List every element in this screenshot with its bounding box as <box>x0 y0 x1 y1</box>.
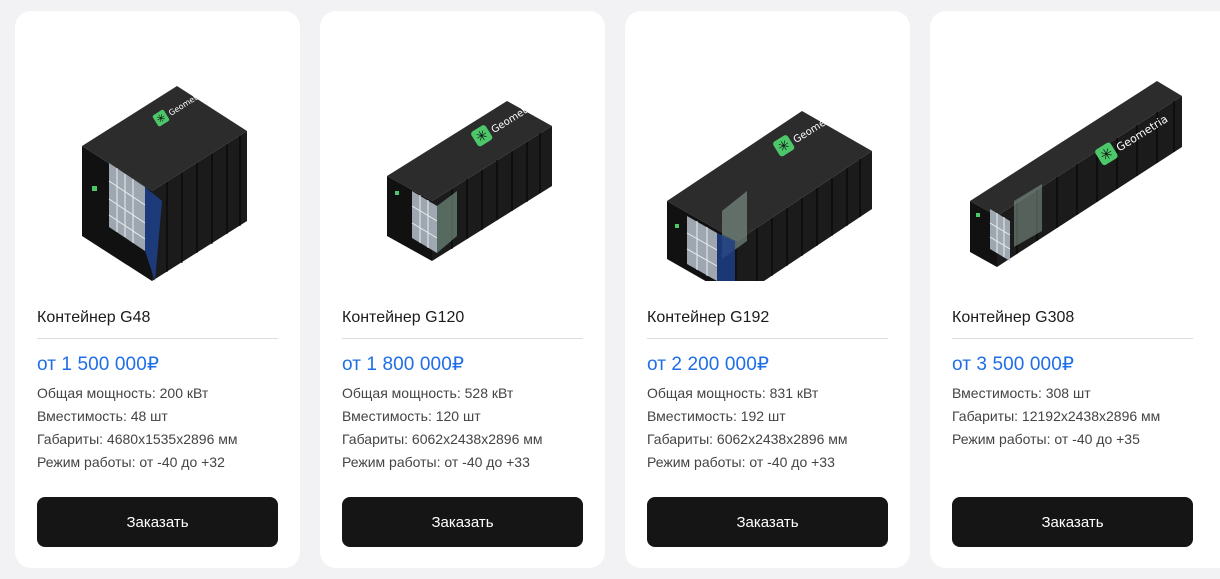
product-title: Контейнер G120 <box>342 309 465 326</box>
product-price: от 3 500 000₽ <box>952 354 1075 375</box>
product-card: ✳ Geometria Контейнер G308 от 3 500 000₽… <box>930 11 1220 568</box>
container-image: ✳ Geometria <box>37 41 278 281</box>
product-title: Контейнер G192 <box>647 309 770 326</box>
product-price: от 1 800 000₽ <box>342 354 465 375</box>
spec-dimensions: Габариты: 6062x2438x2896 мм <box>647 431 848 447</box>
product-title: Контейнер G308 <box>952 309 1075 326</box>
spec-list: Общая мощность: 200 кВт Вместимость: 48 … <box>37 382 238 474</box>
spec-dimensions: Габариты: 6062x2438x2896 мм <box>342 431 543 447</box>
container-image: ✳ Geometria <box>952 41 1193 281</box>
order-button[interactable]: Заказать <box>647 497 888 547</box>
order-button[interactable]: Заказать <box>342 497 583 547</box>
product-grid: ✳ Geometria Контейнер G48 от 1 500 000₽ … <box>15 11 1220 568</box>
divider <box>37 338 278 339</box>
order-button[interactable]: Заказать <box>37 497 278 547</box>
spec-power: Общая мощность: 200 кВт <box>37 385 209 401</box>
divider <box>647 338 888 339</box>
container-image: ✳ Geometria <box>647 41 888 281</box>
product-card: ✳ Geometria Контейнер G120 от 1 800 000₽… <box>320 11 605 568</box>
order-button[interactable]: Заказать <box>952 497 1193 547</box>
spec-list: Общая мощность: 528 кВт Вместимость: 120… <box>342 382 543 474</box>
spec-temperature: Режим работы: от -40 до +32 <box>37 454 225 470</box>
divider <box>952 338 1193 339</box>
spec-temperature: Режим работы: от -40 до +33 <box>342 454 530 470</box>
container-image: ✳ Geometria <box>342 41 583 281</box>
spec-power: Общая мощность: 831 кВт <box>647 385 819 401</box>
spec-capacity: Вместимость: 192 шт <box>647 408 786 424</box>
spec-power: Общая мощность: 528 кВт <box>342 385 514 401</box>
spec-list: Общая мощность: 831 кВт Вместимость: 192… <box>647 382 848 474</box>
product-price: от 2 200 000₽ <box>647 354 770 375</box>
spec-capacity: Вместимость: 308 шт <box>952 385 1091 401</box>
spec-capacity: Вместимость: 120 шт <box>342 408 481 424</box>
spec-dimensions: Габариты: 12192x2438x2896 мм <box>952 408 1161 424</box>
spec-temperature: Режим работы: от -40 до +33 <box>647 454 835 470</box>
product-title: Контейнер G48 <box>37 309 151 326</box>
divider <box>342 338 583 339</box>
product-card: ✳ Geometria Контейнер G192 от 2 200 000₽… <box>625 11 910 568</box>
spec-list: Вместимость: 308 шт Габариты: 12192x2438… <box>952 382 1160 451</box>
product-price: от 1 500 000₽ <box>37 354 160 375</box>
spec-temperature: Режим работы: от -40 до +35 <box>952 431 1140 447</box>
spec-dimensions: Габариты: 4680x1535x2896 мм <box>37 431 238 447</box>
product-card: ✳ Geometria Контейнер G48 от 1 500 000₽ … <box>15 11 300 568</box>
spec-capacity: Вместимость: 48 шт <box>37 408 168 424</box>
